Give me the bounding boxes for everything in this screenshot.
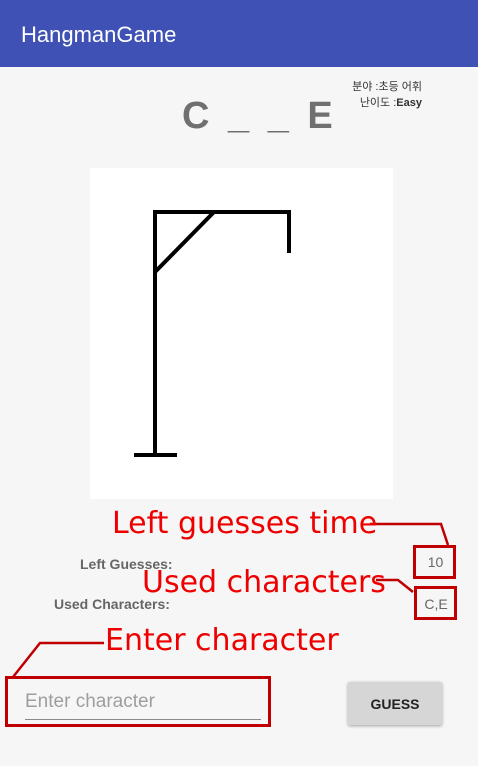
left-guesses-highlight bbox=[413, 545, 456, 579]
used-characters-annotation: Used characters bbox=[142, 565, 386, 600]
enter-character-connector bbox=[12, 641, 104, 678]
left-guesses-connector bbox=[370, 522, 450, 546]
used-characters-highlight bbox=[414, 586, 457, 620]
left-guesses-annotation: Left guesses time bbox=[112, 506, 378, 541]
enter-character-highlight bbox=[5, 676, 271, 727]
enter-character-annotation: Enter character bbox=[105, 623, 339, 658]
